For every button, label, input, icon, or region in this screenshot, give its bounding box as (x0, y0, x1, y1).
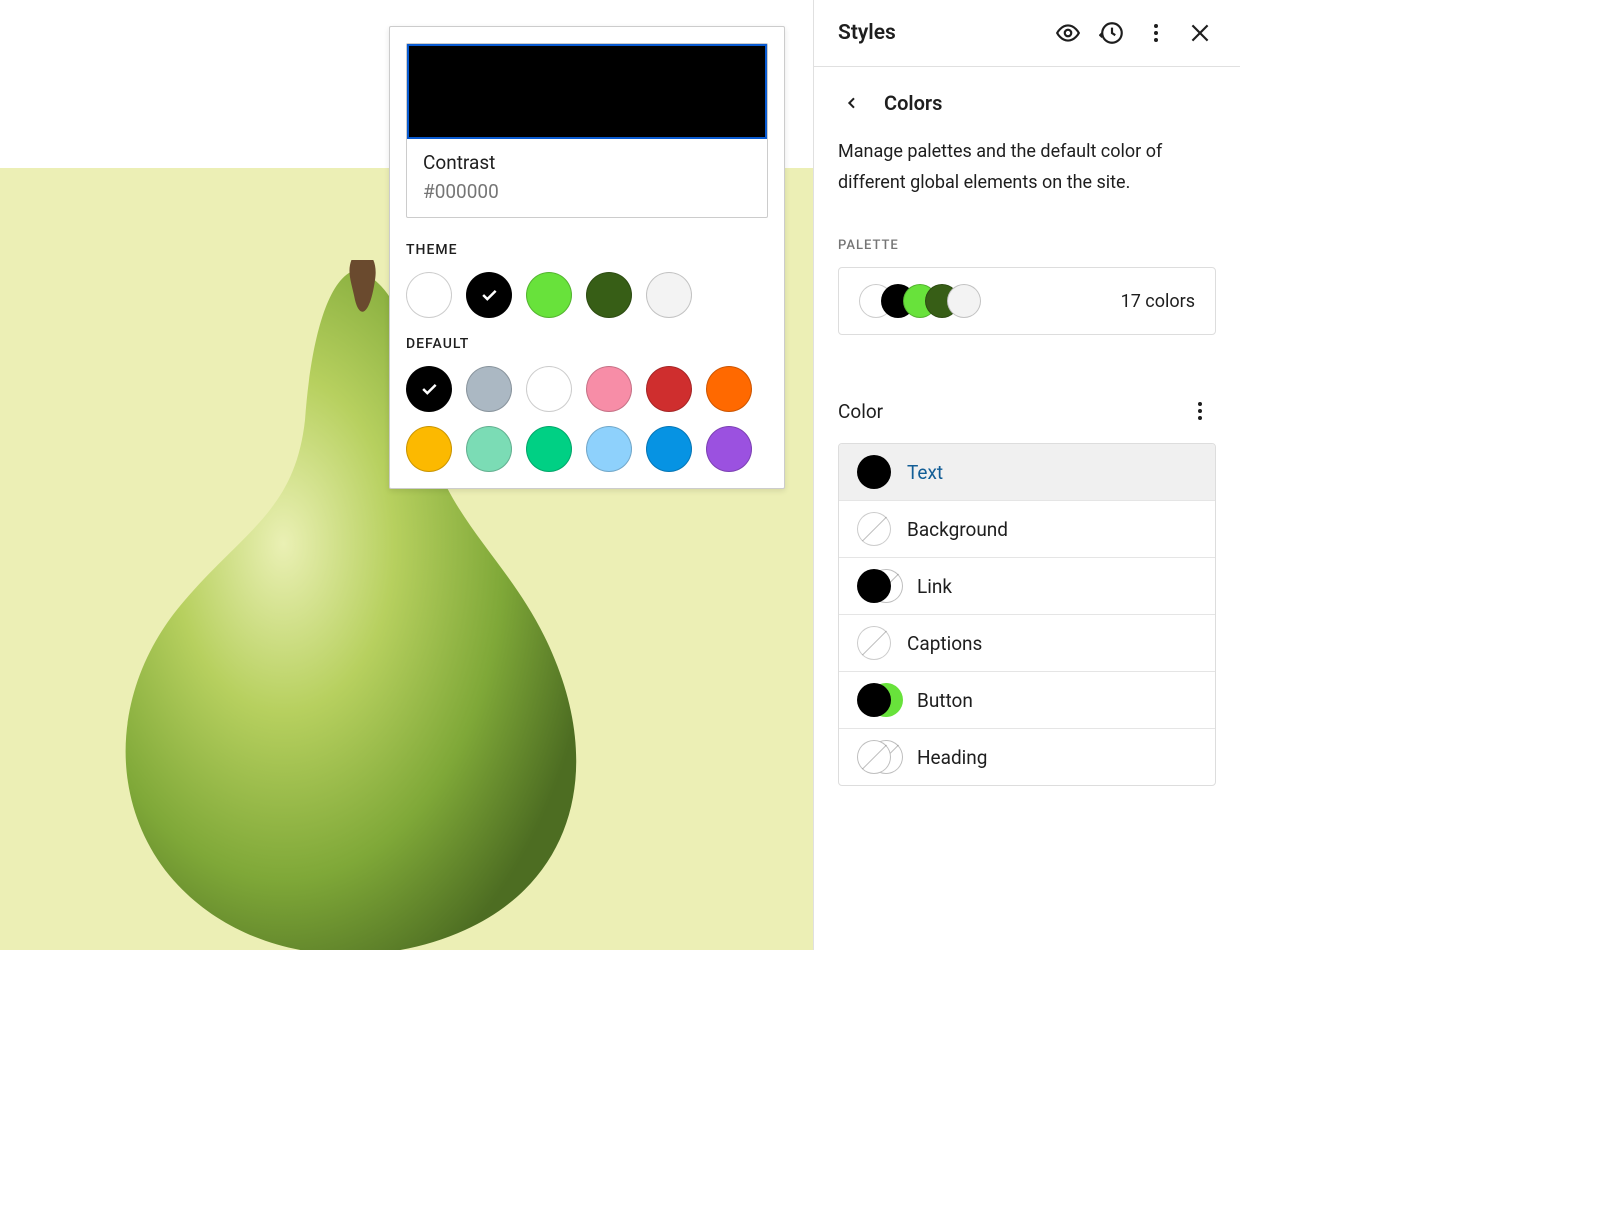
theme-swatch[interactable] (406, 272, 452, 318)
theme-swatch[interactable] (586, 272, 632, 318)
sidebar-header: Styles (814, 0, 1240, 67)
color-elements-list: Text Background Link Captions Button Heading (838, 443, 1216, 786)
color-item-link[interactable]: Link (839, 557, 1215, 614)
selected-swatch-card[interactable]: Contrast #000000 (406, 43, 768, 218)
button-swatch-icon (857, 683, 901, 717)
color-item-captions[interactable]: Captions (839, 614, 1215, 671)
styles-sidebar: Styles Colors Manage palettes and the de… (813, 0, 1240, 950)
more-menu-icon[interactable] (1134, 11, 1178, 55)
color-item-text[interactable]: Text (839, 444, 1215, 500)
editor-canvas: Contrast #000000 THEME DEFAULT (0, 0, 813, 950)
default-swatch[interactable] (646, 426, 692, 472)
back-button[interactable] (838, 89, 866, 117)
revisions-icon[interactable] (1090, 11, 1134, 55)
theme-swatch[interactable] (526, 272, 572, 318)
palette-preview-swatches (859, 284, 981, 318)
link-swatch-icon (857, 569, 901, 603)
selected-swatch-hex: #000000 (423, 180, 751, 203)
panel-description: Manage palettes and the default color of… (838, 137, 1216, 198)
style-book-icon[interactable] (1046, 11, 1090, 55)
empty-swatch-icon (857, 626, 891, 660)
color-picker-popover: Contrast #000000 THEME DEFAULT (389, 26, 785, 489)
theme-swatch[interactable] (466, 272, 512, 318)
default-swatch[interactable] (646, 366, 692, 412)
selected-swatch-name: Contrast (423, 151, 751, 174)
color-item-label: Link (917, 575, 952, 598)
color-item-label: Button (917, 689, 973, 712)
selected-swatch-preview (407, 44, 767, 139)
heading-swatch-icon (857, 740, 901, 774)
theme-swatch[interactable] (646, 272, 692, 318)
default-group-label: DEFAULT (406, 336, 768, 352)
default-swatch[interactable] (466, 366, 512, 412)
color-item-label: Background (907, 518, 1008, 541)
color-item-label: Heading (917, 746, 987, 769)
default-swatch[interactable] (526, 366, 572, 412)
default-swatch[interactable] (466, 426, 512, 472)
theme-swatches (406, 272, 768, 318)
breadcrumb: Colors (838, 89, 1216, 117)
default-swatch[interactable] (526, 426, 572, 472)
default-swatches (406, 366, 768, 472)
palette-card[interactable]: 17 colors (838, 267, 1216, 335)
close-icon[interactable] (1178, 11, 1222, 55)
color-item-button[interactable]: Button (839, 671, 1215, 728)
palette-count: 17 colors (1121, 291, 1195, 312)
default-swatch[interactable] (406, 426, 452, 472)
default-swatch[interactable] (706, 366, 752, 412)
panel-title: Colors (884, 91, 942, 115)
empty-swatch-icon (857, 512, 891, 546)
color-swatch-icon (857, 455, 891, 489)
palette-section-label: PALETTE (838, 238, 1216, 253)
color-item-label: Text (907, 461, 943, 484)
color-section-title: Color (838, 400, 883, 423)
default-swatch[interactable] (406, 366, 452, 412)
default-swatch[interactable] (706, 426, 752, 472)
default-swatch[interactable] (586, 366, 632, 412)
color-item-label: Captions (907, 632, 982, 655)
color-section-menu-icon[interactable] (1184, 395, 1216, 427)
color-item-background[interactable]: Background (839, 500, 1215, 557)
default-swatch[interactable] (586, 426, 632, 472)
sidebar-title: Styles (838, 21, 1046, 45)
color-item-heading[interactable]: Heading (839, 728, 1215, 785)
theme-group-label: THEME (406, 242, 768, 258)
palette-preview-dot (947, 284, 981, 318)
